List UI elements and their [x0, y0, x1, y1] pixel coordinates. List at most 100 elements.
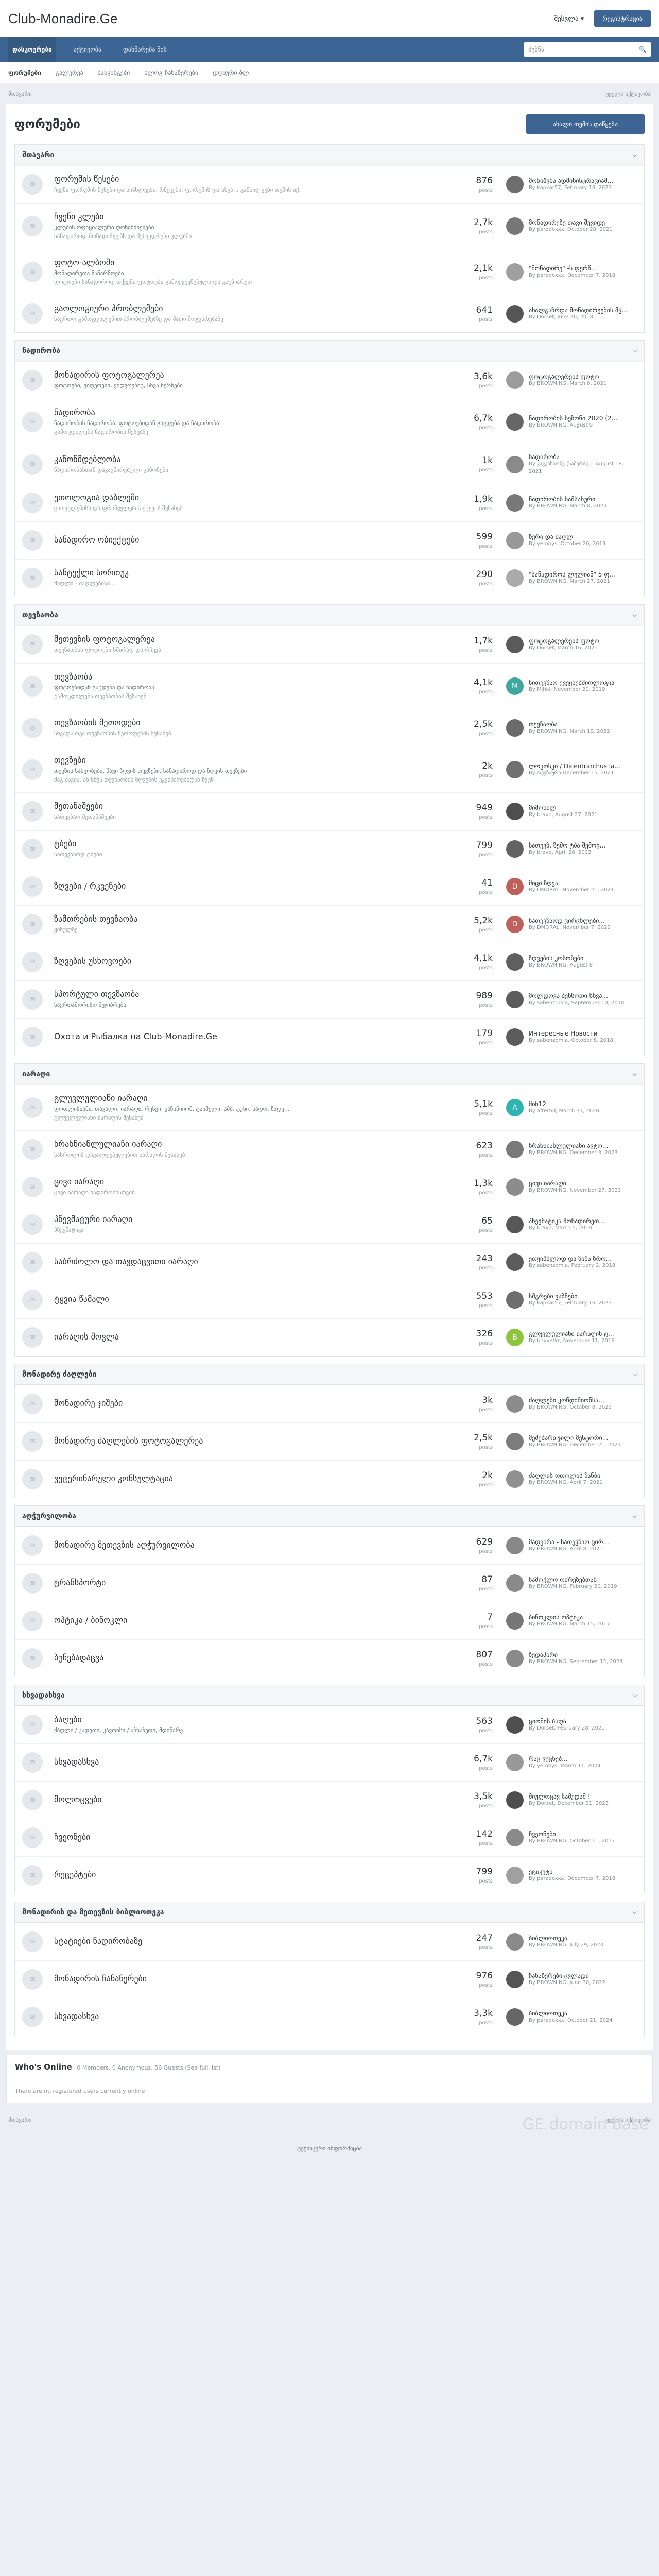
- last-post-title[interactable]: თევზაობა: [529, 721, 610, 728]
- category-title[interactable]: მთავარი: [22, 151, 54, 159]
- forum-title[interactable]: სანტექლი სორთუკ: [54, 568, 444, 578]
- avatar[interactable]: [506, 1716, 524, 1734]
- avatar[interactable]: [506, 455, 524, 473]
- category-header[interactable]: მთავარი ⌵: [15, 145, 644, 165]
- forum-title[interactable]: მონადირის ჩანაწერები: [54, 1974, 444, 1984]
- forum-title[interactable]: მეთანაშეები: [54, 801, 444, 811]
- avatar[interactable]: D: [506, 878, 524, 895]
- last-post-title[interactable]: ეტიკეტი: [529, 1868, 615, 1875]
- avatar[interactable]: [506, 1971, 524, 1988]
- last-post-title[interactable]: ციომის ბაღა: [529, 1718, 605, 1725]
- avatar[interactable]: [506, 1470, 524, 1488]
- last-post-title[interactable]: მოლდოვა ბენსოთი სხვა...: [529, 992, 625, 999]
- last-post-title[interactable]: მადეირა - სათევზაო ცირ...: [529, 1538, 609, 1546]
- avatar[interactable]: [506, 1754, 524, 1771]
- avatar[interactable]: [506, 569, 524, 587]
- category-header[interactable]: იარაღი ⌵: [15, 1064, 644, 1084]
- last-post-title[interactable]: სითევზაო ქვეყნებშიოლოგია: [529, 679, 614, 686]
- last-post-title[interactable]: ნადირობა: [529, 453, 637, 461]
- last-post-title[interactable]: ბიბლიოთეკა: [529, 2010, 613, 2017]
- chevron-down-icon[interactable]: ⌵: [633, 1692, 637, 1699]
- last-post-title[interactable]: ნადირობის სეზონი 2020 (2...: [529, 415, 617, 422]
- forum-title[interactable]: ჩვეონები: [54, 1832, 444, 1842]
- last-post-title[interactable]: ხრახნიანლულიანი ავტო...: [529, 1142, 618, 1149]
- forum-title[interactable]: ბაღები: [54, 1715, 444, 1724]
- last-post-title[interactable]: ძაღლის ოთოლის ზანბი: [529, 1472, 603, 1479]
- subnav-banking[interactable]: ბანკინგები: [98, 69, 130, 76]
- forum-subforums[interactable]: ფოტოები, ვიდეოები, ვიდეოებიც, სხვა ხერხე…: [54, 382, 444, 391]
- chevron-down-icon[interactable]: ⌵: [633, 612, 637, 619]
- avatar[interactable]: [506, 719, 524, 737]
- avatar[interactable]: [506, 305, 524, 323]
- category-header[interactable]: თევზაობა ⌵: [15, 605, 644, 625]
- whos-online-counts[interactable]: 0 Members, 0 Anonymous, 56 Guests (See f…: [77, 2064, 220, 2071]
- category-header[interactable]: მონადირე ძაღლები ⌵: [15, 1364, 644, 1385]
- forum-title[interactable]: სანადირო ობიექტები: [54, 535, 444, 545]
- category-title[interactable]: თევზაობა: [22, 611, 58, 619]
- forum-title[interactable]: Охота и Рыбалка на Club-Monadire.Ge: [54, 1031, 444, 1041]
- avatar[interactable]: [506, 494, 524, 512]
- last-post-title[interactable]: ნადირობის სამსახური: [529, 496, 606, 503]
- last-post-title[interactable]: მიჩ12: [529, 1100, 599, 1108]
- last-post-title[interactable]: ზღვების კოსობები: [529, 955, 593, 962]
- forum-title[interactable]: პნევმატური იარაღი: [54, 1214, 444, 1224]
- category-title[interactable]: აღჭურვილობა: [22, 1512, 76, 1520]
- avatar[interactable]: [506, 636, 524, 653]
- avatar[interactable]: [506, 803, 524, 820]
- last-post-title[interactable]: მეძებარი ჯილი მესტორი...: [529, 1434, 621, 1442]
- forum-title[interactable]: თევზები: [54, 755, 444, 765]
- last-post-title[interactable]: სმგრები ვაზნები: [529, 1293, 612, 1300]
- avatar[interactable]: [506, 1791, 524, 1809]
- avatar[interactable]: [506, 1574, 524, 1592]
- forum-subforums[interactable]: ფოტოებიდან გაცდება და ნადირობა: [54, 684, 444, 692]
- avatar[interactable]: [506, 263, 524, 281]
- avatar[interactable]: [506, 1141, 524, 1158]
- forum-title[interactable]: ჩვენი კლუბი: [54, 212, 444, 222]
- avatar[interactable]: [506, 1612, 524, 1630]
- forum-title[interactable]: იარაღის მოვლა: [54, 1332, 444, 1342]
- forum-title[interactable]: სტატიები ნადირობაზე: [54, 1936, 444, 1946]
- category-title[interactable]: იარაღი: [22, 1070, 50, 1078]
- forum-title[interactable]: მოლოცვები: [54, 1794, 444, 1804]
- last-post-title[interactable]: ზედაპირი: [529, 1651, 623, 1658]
- category-title[interactable]: სხვადასხვა: [22, 1691, 65, 1700]
- breadcrumb-home[interactable]: მთავარი: [8, 91, 32, 97]
- last-post-title[interactable]: ბიბლიოთეკა: [529, 1935, 603, 1942]
- avatar[interactable]: [506, 761, 524, 778]
- search-input[interactable]: ძებნა 🔍: [524, 42, 651, 57]
- last-post-title[interactable]: მიცი ზღვა: [529, 879, 614, 887]
- forum-title[interactable]: ეთოლოგია დაბლემი: [54, 493, 444, 502]
- forum-title[interactable]: ზღვების უსხოვოები: [54, 956, 444, 966]
- forum-subforums[interactable]: საერთაშორისო შეჯიბრება: [54, 1001, 444, 1010]
- all-activity-link[interactable]: ყველა აქტივობა: [606, 91, 651, 97]
- last-post-title[interactable]: ეთყიმბლოდ და ზიმა ზრო...: [529, 1255, 615, 1262]
- forum-title[interactable]: კანონმდებლობა: [54, 454, 444, 464]
- category-title[interactable]: ნადირობა: [22, 347, 60, 355]
- forum-subforums[interactable]: ფოთლისიანი, თავალი, იარაღი, რესეი, კაზინ…: [54, 1105, 444, 1114]
- last-post-title[interactable]: სამოქლო ოძრეზებთან: [529, 1576, 617, 1583]
- forum-title[interactable]: გლუვლულიანი იარაღი: [54, 1093, 444, 1103]
- forum-title[interactable]: ზამთრების თევზაობა: [54, 914, 444, 924]
- forum-title[interactable]: ტბები: [54, 839, 444, 849]
- avatar[interactable]: [506, 1395, 524, 1413]
- last-post-title[interactable]: მონადირეზე თავი შევიდე: [529, 219, 613, 226]
- last-post-title[interactable]: Интересные Новости: [529, 1030, 613, 1037]
- last-post-title[interactable]: გლუვლულიანი იარაღის ტ...: [529, 1330, 615, 1337]
- forum-title[interactable]: სხვადასხვა: [54, 1757, 444, 1767]
- chevron-down-icon[interactable]: ⌵: [633, 1071, 637, 1078]
- forum-title[interactable]: ფორუმის წესები: [54, 174, 444, 184]
- last-post-title[interactable]: ფოტოგალერეის ფოტო: [529, 637, 599, 645]
- avatar[interactable]: [506, 413, 524, 431]
- avatar[interactable]: [506, 991, 524, 1008]
- avatar[interactable]: [506, 1537, 524, 1554]
- subnav-diary[interactable]: დღიური ბლ.: [213, 69, 251, 76]
- forum-subforums[interactable]: თევზის სახეობები, შავი ზღვის თევზები, სა…: [54, 767, 444, 776]
- category-title[interactable]: მონადირე ძაღლები: [22, 1370, 97, 1379]
- nav-item-browse[interactable]: დასკოვრები: [8, 37, 56, 62]
- forum-title[interactable]: სპორტული თევზაობა: [54, 989, 444, 999]
- forum-title[interactable]: ფოტო-ალბომი: [54, 258, 444, 267]
- forum-title[interactable]: მეთევზის ფოტოგალერეა: [54, 634, 444, 644]
- forum-title[interactable]: რეცეპტები: [54, 1870, 444, 1879]
- category-header[interactable]: მონადირის და მეთევზის ბიბლიოთეკა ⌵: [15, 1902, 644, 1923]
- start-topic-button[interactable]: ახალი თემის დაწყება: [526, 114, 645, 134]
